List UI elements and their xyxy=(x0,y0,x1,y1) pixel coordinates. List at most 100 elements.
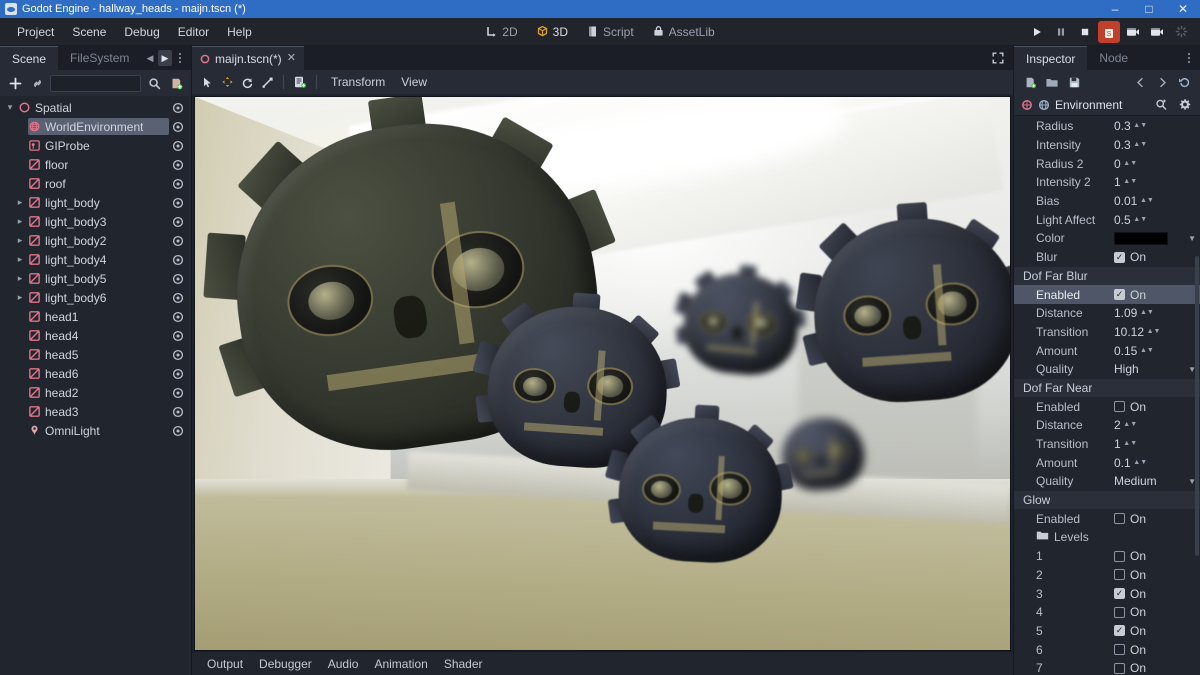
visibility-toggle-icon[interactable] xyxy=(171,387,185,399)
play-button[interactable] xyxy=(1026,21,1048,43)
checkbox-1[interactable] xyxy=(1114,551,1125,562)
bottom-tab-audio[interactable]: Audio xyxy=(321,655,366,673)
minimize-button[interactable]: – xyxy=(1098,0,1132,18)
property-value[interactable]: 0.1 xyxy=(1114,456,1131,470)
tab-script[interactable]: Script xyxy=(578,22,642,42)
visibility-toggle-icon[interactable] xyxy=(171,254,185,266)
value-stepper[interactable]: ▲▼ xyxy=(1136,142,1145,148)
tabs-next-button[interactable]: ▶ xyxy=(158,50,172,66)
property-row-amount[interactable]: Amount0.1▲▼ xyxy=(1014,453,1200,472)
visibility-toggle-icon[interactable] xyxy=(171,102,185,114)
value-stepper[interactable]: ▲▼ xyxy=(1149,329,1158,335)
menu-help[interactable]: Help xyxy=(218,21,261,43)
bottom-tab-animation[interactable]: Animation xyxy=(367,655,434,673)
close-button[interactable]: ✕ xyxy=(1166,0,1200,18)
expand-arrow[interactable]: ▸ xyxy=(14,292,26,303)
expand-arrow[interactable]: ▾ xyxy=(4,102,16,113)
checkbox-enabled[interactable]: ✓ xyxy=(1114,289,1125,300)
property-row-distance[interactable]: Distance2▲▼ xyxy=(1014,416,1200,435)
tab-2d[interactable]: 2D xyxy=(477,22,525,42)
tree-item-head6[interactable]: head6 xyxy=(0,364,191,383)
head-background-small[interactable] xyxy=(679,268,803,379)
value-stepper[interactable]: ▲▼ xyxy=(1126,441,1135,447)
property-value[interactable]: 0.3 xyxy=(1114,119,1131,133)
tab-assetlib[interactable]: AssetLib xyxy=(644,22,723,42)
expand-arrow[interactable]: ▸ xyxy=(14,273,26,284)
property-value[interactable]: 0.5 xyxy=(1114,213,1131,227)
pause-button[interactable] xyxy=(1050,21,1072,43)
scene-search-input[interactable] xyxy=(50,75,141,92)
property-value[interactable]: 0.15 xyxy=(1114,344,1137,358)
rotate-tool[interactable] xyxy=(238,73,256,91)
tree-item-spatial[interactable]: ▾Spatial xyxy=(0,98,191,117)
property-row-light-affect[interactable]: Light Affect0.5▲▼ xyxy=(1014,210,1200,229)
bottom-tab-shader[interactable]: Shader xyxy=(437,655,490,673)
inspector-properties[interactable]: Radius0.3▲▼Intensity0.3▲▼Radius 20▲▼Inte… xyxy=(1014,116,1200,675)
visibility-toggle-icon[interactable] xyxy=(171,121,185,133)
visibility-toggle-icon[interactable] xyxy=(171,349,185,361)
checkbox-blur[interactable]: ✓ xyxy=(1114,252,1125,263)
bottom-tab-output[interactable]: Output xyxy=(200,655,250,673)
value-stepper[interactable]: ▲▼ xyxy=(1126,179,1135,185)
property-row-5[interactable]: 5✓On xyxy=(1014,622,1200,641)
property-row-enabled[interactable]: EnabledOn xyxy=(1014,397,1200,416)
bottom-tab-debugger[interactable]: Debugger xyxy=(252,655,319,673)
tree-item-head1[interactable]: head1 xyxy=(0,307,191,326)
visibility-toggle-icon[interactable] xyxy=(171,292,185,304)
expand-arrow[interactable]: ▸ xyxy=(14,235,26,246)
menu-scene[interactable]: Scene xyxy=(63,21,115,43)
tree-item-head5[interactable]: head5 xyxy=(0,345,191,364)
property-row-amount[interactable]: Amount0.15▲▼ xyxy=(1014,341,1200,360)
transform-menu[interactable]: Transform xyxy=(324,73,392,91)
add-node-button[interactable] xyxy=(6,74,24,92)
create-script-icon[interactable] xyxy=(167,74,185,92)
tree-item-light_body3[interactable]: ▸light_body3 xyxy=(0,212,191,231)
select-tool[interactable] xyxy=(198,73,216,91)
snap-tool[interactable] xyxy=(291,73,309,91)
checkbox-3[interactable]: ✓ xyxy=(1114,588,1125,599)
head-lower-center[interactable] xyxy=(615,414,785,566)
play-custom-scene-button[interactable] xyxy=(1122,21,1144,43)
save-icon[interactable] xyxy=(1065,73,1083,91)
property-value[interactable]: 2 xyxy=(1114,418,1121,432)
property-row-7[interactable]: 7On xyxy=(1014,659,1200,675)
property-row-radius[interactable]: Radius0.3▲▼ xyxy=(1014,117,1200,136)
tree-item-roof[interactable]: roof xyxy=(0,174,191,193)
property-row-3[interactable]: 3✓On xyxy=(1014,584,1200,603)
tree-item-omnilight[interactable]: OmniLight xyxy=(0,421,191,440)
inspector-scrollbar[interactable] xyxy=(1195,256,1199,556)
tab-3d[interactable]: 3D xyxy=(528,22,576,42)
property-value[interactable]: 10.12 xyxy=(1114,325,1144,339)
tree-item-head4[interactable]: head4 xyxy=(0,326,191,345)
inspector-menu-button[interactable] xyxy=(1182,53,1196,63)
play-scene-button[interactable]: S xyxy=(1098,21,1120,43)
tab-inspector[interactable]: Inspector xyxy=(1014,46,1087,70)
visibility-toggle-icon[interactable] xyxy=(171,330,185,342)
visibility-toggle-icon[interactable] xyxy=(171,216,185,228)
visibility-toggle-icon[interactable] xyxy=(171,311,185,323)
visibility-toggle-icon[interactable] xyxy=(171,425,185,437)
visibility-toggle-icon[interactable] xyxy=(171,197,185,209)
visibility-toggle-icon[interactable] xyxy=(171,368,185,380)
tree-item-light_body6[interactable]: ▸light_body6 xyxy=(0,288,191,307)
value-stepper[interactable]: ▲▼ xyxy=(1126,161,1135,167)
property-row-transition[interactable]: Transition1▲▼ xyxy=(1014,435,1200,454)
property-row-transition[interactable]: Transition10.12▲▼ xyxy=(1014,323,1200,342)
property-row-intensity-2[interactable]: Intensity 21▲▼ xyxy=(1014,173,1200,192)
menu-project[interactable]: Project xyxy=(8,21,63,43)
tree-item-giprobe[interactable]: GIProbe xyxy=(0,136,191,155)
search-properties-icon[interactable] xyxy=(1152,96,1170,114)
property-row-quality[interactable]: QualityHigh▼ xyxy=(1014,360,1200,379)
tree-item-light_body4[interactable]: ▸light_body4 xyxy=(0,250,191,269)
value-stepper[interactable]: ▲▼ xyxy=(1142,198,1151,204)
property-row-quality[interactable]: QualityMedium▼ xyxy=(1014,472,1200,491)
dock-menu-button[interactable] xyxy=(173,53,187,63)
property-row-radius-2[interactable]: Radius 20▲▼ xyxy=(1014,154,1200,173)
property-value[interactable]: 1 xyxy=(1114,437,1121,451)
tree-item-worldenvironment[interactable]: WorldEnvironment xyxy=(0,117,191,136)
3d-viewport[interactable] xyxy=(194,96,1011,651)
view-menu[interactable]: View xyxy=(394,73,434,91)
property-row-bias[interactable]: Bias0.01▲▼ xyxy=(1014,192,1200,211)
tree-item-light_body5[interactable]: ▸light_body5 xyxy=(0,269,191,288)
search-icon[interactable] xyxy=(145,74,163,92)
